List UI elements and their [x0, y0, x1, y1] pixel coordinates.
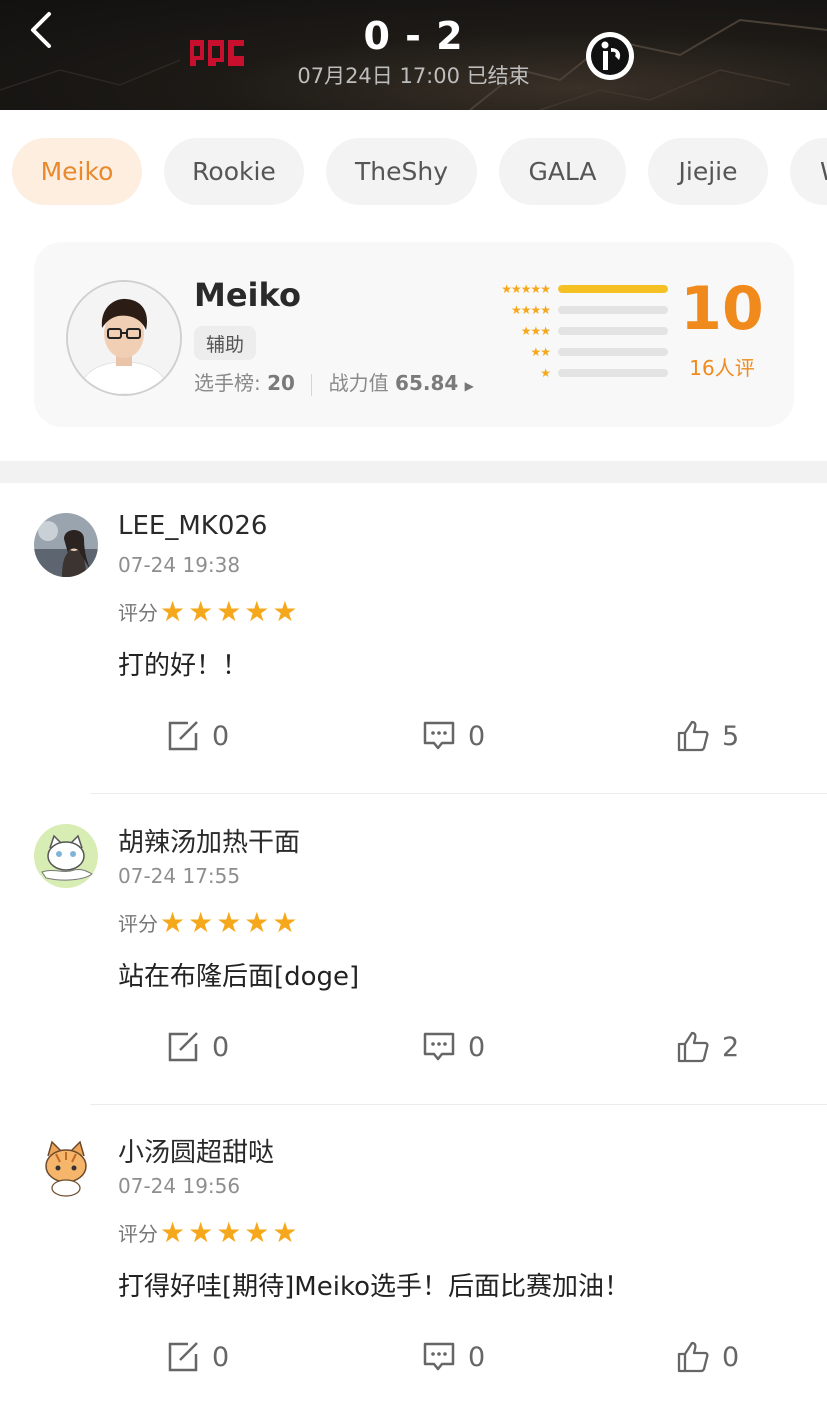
- tab-gala[interactable]: GALA: [499, 138, 626, 205]
- comment-item: 小汤圆超甜哒 07-24 19:56 评分 ★★★★★ 打得好哇[期待]Meik…: [0, 1104, 827, 1415]
- rating-bar-5: ★★★★★: [484, 282, 668, 296]
- cat-avatar-icon: [34, 1134, 98, 1198]
- rating-bar-4: ★★★★: [484, 303, 668, 317]
- repost-count: 0: [212, 1031, 230, 1063]
- thumbs-up-icon: [677, 1341, 709, 1373]
- tab-meiko[interactable]: Meiko: [12, 138, 142, 205]
- rank-value: 20: [267, 371, 295, 395]
- like-button[interactable]: 0: [676, 1340, 739, 1374]
- player-tabs: Meiko Rookie TheShy GALA Jiejie W: [0, 110, 827, 235]
- rank-label: 选手榜:: [194, 371, 268, 395]
- user-avatar[interactable]: [34, 1134, 98, 1198]
- thumbs-up-icon: [677, 720, 709, 752]
- player-photo-icon: [68, 282, 180, 394]
- like-button[interactable]: 5: [676, 719, 739, 753]
- reply-button[interactable]: 0: [422, 1340, 485, 1374]
- like-button[interactable]: 2: [676, 1030, 739, 1064]
- bar-track: [558, 285, 668, 293]
- five-stars-icon: ★★★★★: [501, 282, 551, 296]
- comment-time: 07-24 17:55: [118, 864, 241, 888]
- bar-track: [558, 327, 668, 335]
- comment-text: 打的好！！: [118, 651, 249, 681]
- player-stats[interactable]: 选手榜: 20 战力值 65.84 ▶: [194, 367, 474, 396]
- one-star-icon: ★: [540, 366, 551, 380]
- comment-icon: [423, 721, 455, 750]
- comment-text: 打得好哇[期待]Meiko选手！后面比赛加油！: [118, 1272, 630, 1302]
- reply-count: 0: [468, 1031, 486, 1063]
- comment-rating: 评分 ★★★★★: [118, 1218, 301, 1247]
- five-stars-icon: ★★★★★: [160, 905, 301, 939]
- comment-text: 站在布隆后面[doge]: [118, 962, 360, 992]
- match-score: 0 - 2: [363, 14, 464, 58]
- tab-rookie[interactable]: Rookie: [164, 138, 304, 205]
- section-divider: [0, 461, 827, 483]
- comment-icon: [423, 1032, 455, 1061]
- five-stars-icon: ★★★★★: [160, 1215, 301, 1249]
- caret-right-icon: ▶: [464, 379, 474, 393]
- ig-logo-icon[interactable]: [586, 32, 634, 80]
- bar-track: [558, 306, 668, 314]
- rating-bar-1: ★: [484, 366, 668, 380]
- player-avatar: [66, 280, 182, 396]
- like-count: 5: [722, 720, 740, 752]
- user-photo-icon: [34, 513, 98, 577]
- repost-count: 0: [212, 720, 230, 752]
- comment-time: 07-24 19:56: [118, 1174, 241, 1198]
- username[interactable]: 小汤圆超甜哒: [118, 1132, 274, 1169]
- tab-jiejie[interactable]: Jiejie: [648, 138, 768, 205]
- repost-button[interactable]: 0: [166, 1340, 229, 1374]
- reply-button[interactable]: 0: [422, 1030, 485, 1064]
- repost-icon: [168, 1032, 198, 1062]
- power-value: 65.84: [395, 371, 459, 395]
- power-label: 战力值: [328, 371, 396, 395]
- stats-separator: [311, 373, 313, 396]
- tab-theshy[interactable]: TheShy: [326, 138, 477, 205]
- reply-button[interactable]: 0: [422, 719, 485, 753]
- player-card: Meiko 辅助 选手榜: 20 战力值 65.84 ▶ ★★★★★ ★★★★ …: [34, 242, 794, 427]
- average-score: 10: [680, 274, 764, 344]
- tab-partial[interactable]: W: [790, 138, 827, 205]
- comment-item: LEE_MK026 07-24 19:38 评分 ★★★★★ 打的好！！ 0 0…: [0, 483, 827, 794]
- three-stars-icon: ★★★: [520, 324, 551, 338]
- repost-count: 0: [212, 1341, 230, 1373]
- repost-icon: [168, 721, 198, 751]
- raters-count[interactable]: 16人评: [674, 352, 770, 381]
- match-header: 0 - 2 07月24日 17:00 已结束: [0, 0, 827, 110]
- four-stars-icon: ★★★★: [510, 303, 551, 317]
- user-avatar[interactable]: [34, 824, 98, 888]
- rating-label: 评分: [118, 1222, 158, 1246]
- comment-rating: 评分 ★★★★★: [118, 597, 301, 626]
- rating-bar-2: ★★: [484, 345, 668, 359]
- user-avatar[interactable]: [34, 513, 98, 577]
- username[interactable]: LEE_MK026: [118, 511, 267, 541]
- comment-icon: [423, 1342, 455, 1371]
- repost-button[interactable]: 0: [166, 1030, 229, 1064]
- match-time-status: 07月24日 17:00 已结束: [297, 64, 530, 88]
- player-role-badge: 辅助: [194, 326, 257, 360]
- cat-avatar-icon: [34, 824, 98, 888]
- two-stars-icon: ★★: [530, 345, 551, 359]
- reply-count: 0: [468, 720, 486, 752]
- five-stars-icon: ★★★★★: [160, 594, 301, 628]
- player-name: Meiko: [194, 276, 301, 314]
- bar-fill: [558, 285, 668, 293]
- thumbs-up-icon: [677, 1031, 709, 1063]
- repost-button[interactable]: 0: [166, 719, 229, 753]
- bar-track: [558, 369, 668, 377]
- rating-bar-3: ★★★: [484, 324, 668, 338]
- bar-track: [558, 348, 668, 356]
- username[interactable]: 胡辣汤加热干面: [118, 822, 300, 859]
- rating-label: 评分: [118, 601, 158, 625]
- rating-label: 评分: [118, 912, 158, 936]
- comment-rating: 评分 ★★★★★: [118, 908, 301, 937]
- comment-time: 07-24 19:38: [118, 553, 241, 577]
- reply-count: 0: [468, 1341, 486, 1373]
- like-count: 2: [722, 1031, 740, 1063]
- comment-item: 胡辣汤加热干面 07-24 17:55 评分 ★★★★★ 站在布隆后面[doge…: [0, 794, 827, 1105]
- repost-icon: [168, 1342, 198, 1372]
- like-count: 0: [722, 1341, 740, 1373]
